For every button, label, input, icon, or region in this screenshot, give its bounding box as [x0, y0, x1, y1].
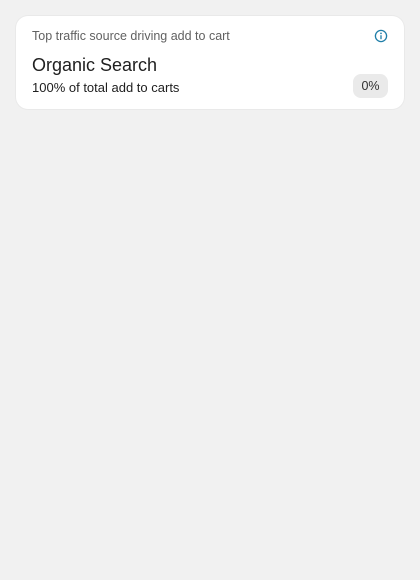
top-traffic-source-name: Organic Search	[32, 55, 158, 75]
change-percentage-badge: 0%	[353, 74, 388, 98]
add-to-cart-share-text: 100% of total add to carts	[32, 80, 180, 95]
info-icon[interactable]	[374, 29, 388, 43]
add-to-cart-traffic-card: Top traffic source driving add to cart O…	[16, 16, 404, 109]
card-title: Top traffic source driving add to cart	[32, 29, 230, 43]
